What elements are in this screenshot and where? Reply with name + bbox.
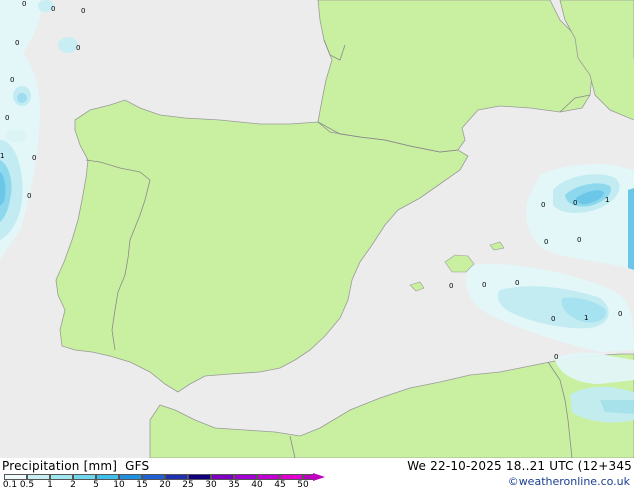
cell-value: 0 <box>544 238 548 246</box>
cell-value: 0 <box>554 353 558 361</box>
cell-value: 0 <box>51 5 55 13</box>
scale-tick-label: 0.5 <box>19 480 35 490</box>
scale-tick-label: 25 <box>182 480 194 490</box>
color-scale-ticks: 0.1 0.5 1 2 5 10 15 20 25 30 35 40 45 50 <box>0 480 330 490</box>
cell-value: 1 <box>584 314 588 322</box>
copyright-link[interactable]: ©weatheronline.co.uk <box>508 475 630 488</box>
scale-tick-label: 50 <box>297 480 309 490</box>
cell-value: 0 <box>551 315 555 323</box>
cell-value: 0 <box>618 310 622 318</box>
cell-value: 1 <box>605 196 609 204</box>
cell-value: 0 <box>22 0 26 8</box>
scale-tick-label: 5 <box>93 480 99 490</box>
cell-value: 0 <box>10 76 14 84</box>
forecast-datetime: We 22-10-2025 18..21 UTC (12+345 <box>407 459 632 473</box>
scale-tick-label: 30 <box>205 480 217 490</box>
legend-title-text: Precipitation [mm] <box>2 459 118 473</box>
scale-tick-label: 0.1 <box>2 480 18 490</box>
cell-value: 0 <box>32 154 36 162</box>
cell-value: 0 <box>76 44 80 52</box>
scale-tick-label: 10 <box>113 480 125 490</box>
scale-tick-label: 1 <box>47 480 53 490</box>
scale-tick-label: 20 <box>159 480 171 490</box>
cell-value: 0 <box>515 279 519 287</box>
legend-title: Precipitation [mm] GFS <box>2 459 157 473</box>
cell-value: 0 <box>541 201 545 209</box>
map-canvas: 0 0 0 0 0 0 0 0 1 0 0 1 0 0 0 0 0 0 1 0 … <box>0 0 634 458</box>
cell-value: 0 <box>577 236 581 244</box>
cell-value: 1 <box>0 152 4 160</box>
cell-value: 0 <box>81 7 85 15</box>
scale-tick-label: 15 <box>136 480 148 490</box>
cell-value: 0 <box>15 39 19 47</box>
model-name: GFS <box>125 459 150 473</box>
cell-value: 0 <box>482 281 486 289</box>
legend-bar: Precipitation [mm] GFS We 22-10-2025 18..… <box>0 458 634 490</box>
scale-tick-label: 35 <box>228 480 240 490</box>
scale-tick-label: 45 <box>274 480 286 490</box>
cell-value: 0 <box>5 114 9 122</box>
cell-value: 0 <box>573 199 577 207</box>
cell-value: 0 <box>449 282 453 290</box>
cell-value: 0 <box>27 192 31 200</box>
scale-tick-label: 2 <box>70 480 76 490</box>
scale-tick-label: 40 <box>251 480 263 490</box>
precipitation-map[interactable]: 0 0 0 0 0 0 0 0 1 0 0 1 0 0 0 0 0 0 1 0 … <box>0 0 634 458</box>
